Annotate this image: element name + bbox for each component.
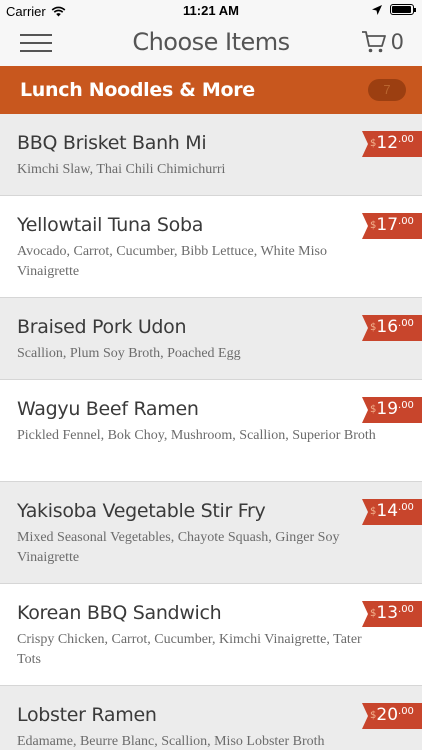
status-time: 11:21 AM — [183, 3, 239, 18]
price-tag: $19.00 — [362, 397, 422, 423]
price-major: 17 — [376, 215, 399, 235]
price-major: 19 — [376, 399, 399, 419]
price-tag: $14.00 — [362, 499, 422, 525]
item-name: Yakisoba Vegetable Stir Fry — [17, 500, 266, 522]
cart-count: 0 — [390, 30, 404, 54]
price-minor: .00 — [398, 318, 414, 329]
price-minor: .00 — [398, 216, 414, 227]
price-minor: .00 — [398, 400, 414, 411]
item-description: Scallion, Plum Soy Broth, Poached Egg — [17, 346, 241, 361]
price-tag: $16.00 — [362, 315, 422, 341]
price-tag: $17.00 — [362, 213, 422, 239]
item-description: Kimchi Slaw, Thai Chili Chimichurri — [17, 162, 226, 177]
location-arrow-icon — [372, 4, 382, 15]
menu-item[interactable]: Yellowtail Tuna Soba Avocado, Carrot, Cu… — [0, 196, 422, 298]
item-name: Lobster Ramen — [17, 704, 157, 726]
item-description: Mixed Seasonal Vegetables, Chayote Squas… — [17, 530, 340, 565]
item-description: Crispy Chicken, Carrot, Cucumber, Kimchi… — [17, 632, 362, 667]
status-right — [372, 4, 416, 15]
cart-icon — [361, 31, 386, 53]
price-major: 12 — [376, 133, 399, 153]
price-major: 20 — [376, 705, 399, 725]
menu-item[interactable]: Braised Pork Udon Scallion, Plum Soy Bro… — [0, 298, 422, 380]
menu-item[interactable]: Lobster Ramen Edamame, Beurre Blanc, Sca… — [0, 686, 422, 750]
price-tag: $12.00 — [362, 131, 422, 157]
item-description: Avocado, Carrot, Cucumber, Bibb Lettuce,… — [17, 244, 327, 279]
item-description: Pickled Fennel, Bok Choy, Mushroom, Scal… — [17, 428, 376, 443]
menu-list: BBQ Brisket Banh Mi Kimchi Slaw, Thai Ch… — [0, 114, 422, 750]
menu-item[interactable]: Wagyu Beef Ramen Pickled Fennel, Bok Cho… — [0, 380, 422, 482]
category-header[interactable]: Lunch Noodles & More 7 — [0, 66, 422, 114]
menu-item[interactable]: Yakisoba Vegetable Stir Fry Mixed Season… — [0, 482, 422, 584]
cart-button[interactable]: 0 — [361, 30, 404, 54]
item-name: Wagyu Beef Ramen — [17, 398, 199, 420]
price-major: 14 — [376, 501, 399, 521]
item-description: Edamame, Beurre Blanc, Scallion, Miso Lo… — [17, 734, 325, 749]
price-major: 13 — [376, 603, 399, 623]
item-name: Korean BBQ Sandwich — [17, 602, 222, 624]
price-major: 16 — [376, 317, 399, 337]
price-minor: .00 — [398, 706, 414, 717]
menu-item[interactable]: BBQ Brisket Banh Mi Kimchi Slaw, Thai Ch… — [0, 114, 422, 196]
price-tag: $20.00 — [362, 703, 422, 729]
category-title: Lunch Noodles & More — [20, 79, 255, 101]
item-name: Braised Pork Udon — [17, 316, 187, 338]
menu-item[interactable]: Korean BBQ Sandwich Crispy Chicken, Carr… — [0, 584, 422, 686]
item-name: BBQ Brisket Banh Mi — [17, 132, 207, 154]
price-minor: .00 — [398, 134, 414, 145]
price-minor: .00 — [398, 604, 414, 615]
status-bar: Carrier 11:21 AM — [0, 0, 422, 22]
price-minor: .00 — [398, 502, 414, 513]
category-count-badge: 7 — [368, 79, 406, 101]
price-tag: $13.00 — [362, 601, 422, 627]
battery-icon — [390, 4, 416, 15]
page-title: Choose Items — [132, 28, 290, 56]
navbar: Choose Items 0 — [0, 22, 422, 66]
item-name: Yellowtail Tuna Soba — [17, 214, 204, 236]
